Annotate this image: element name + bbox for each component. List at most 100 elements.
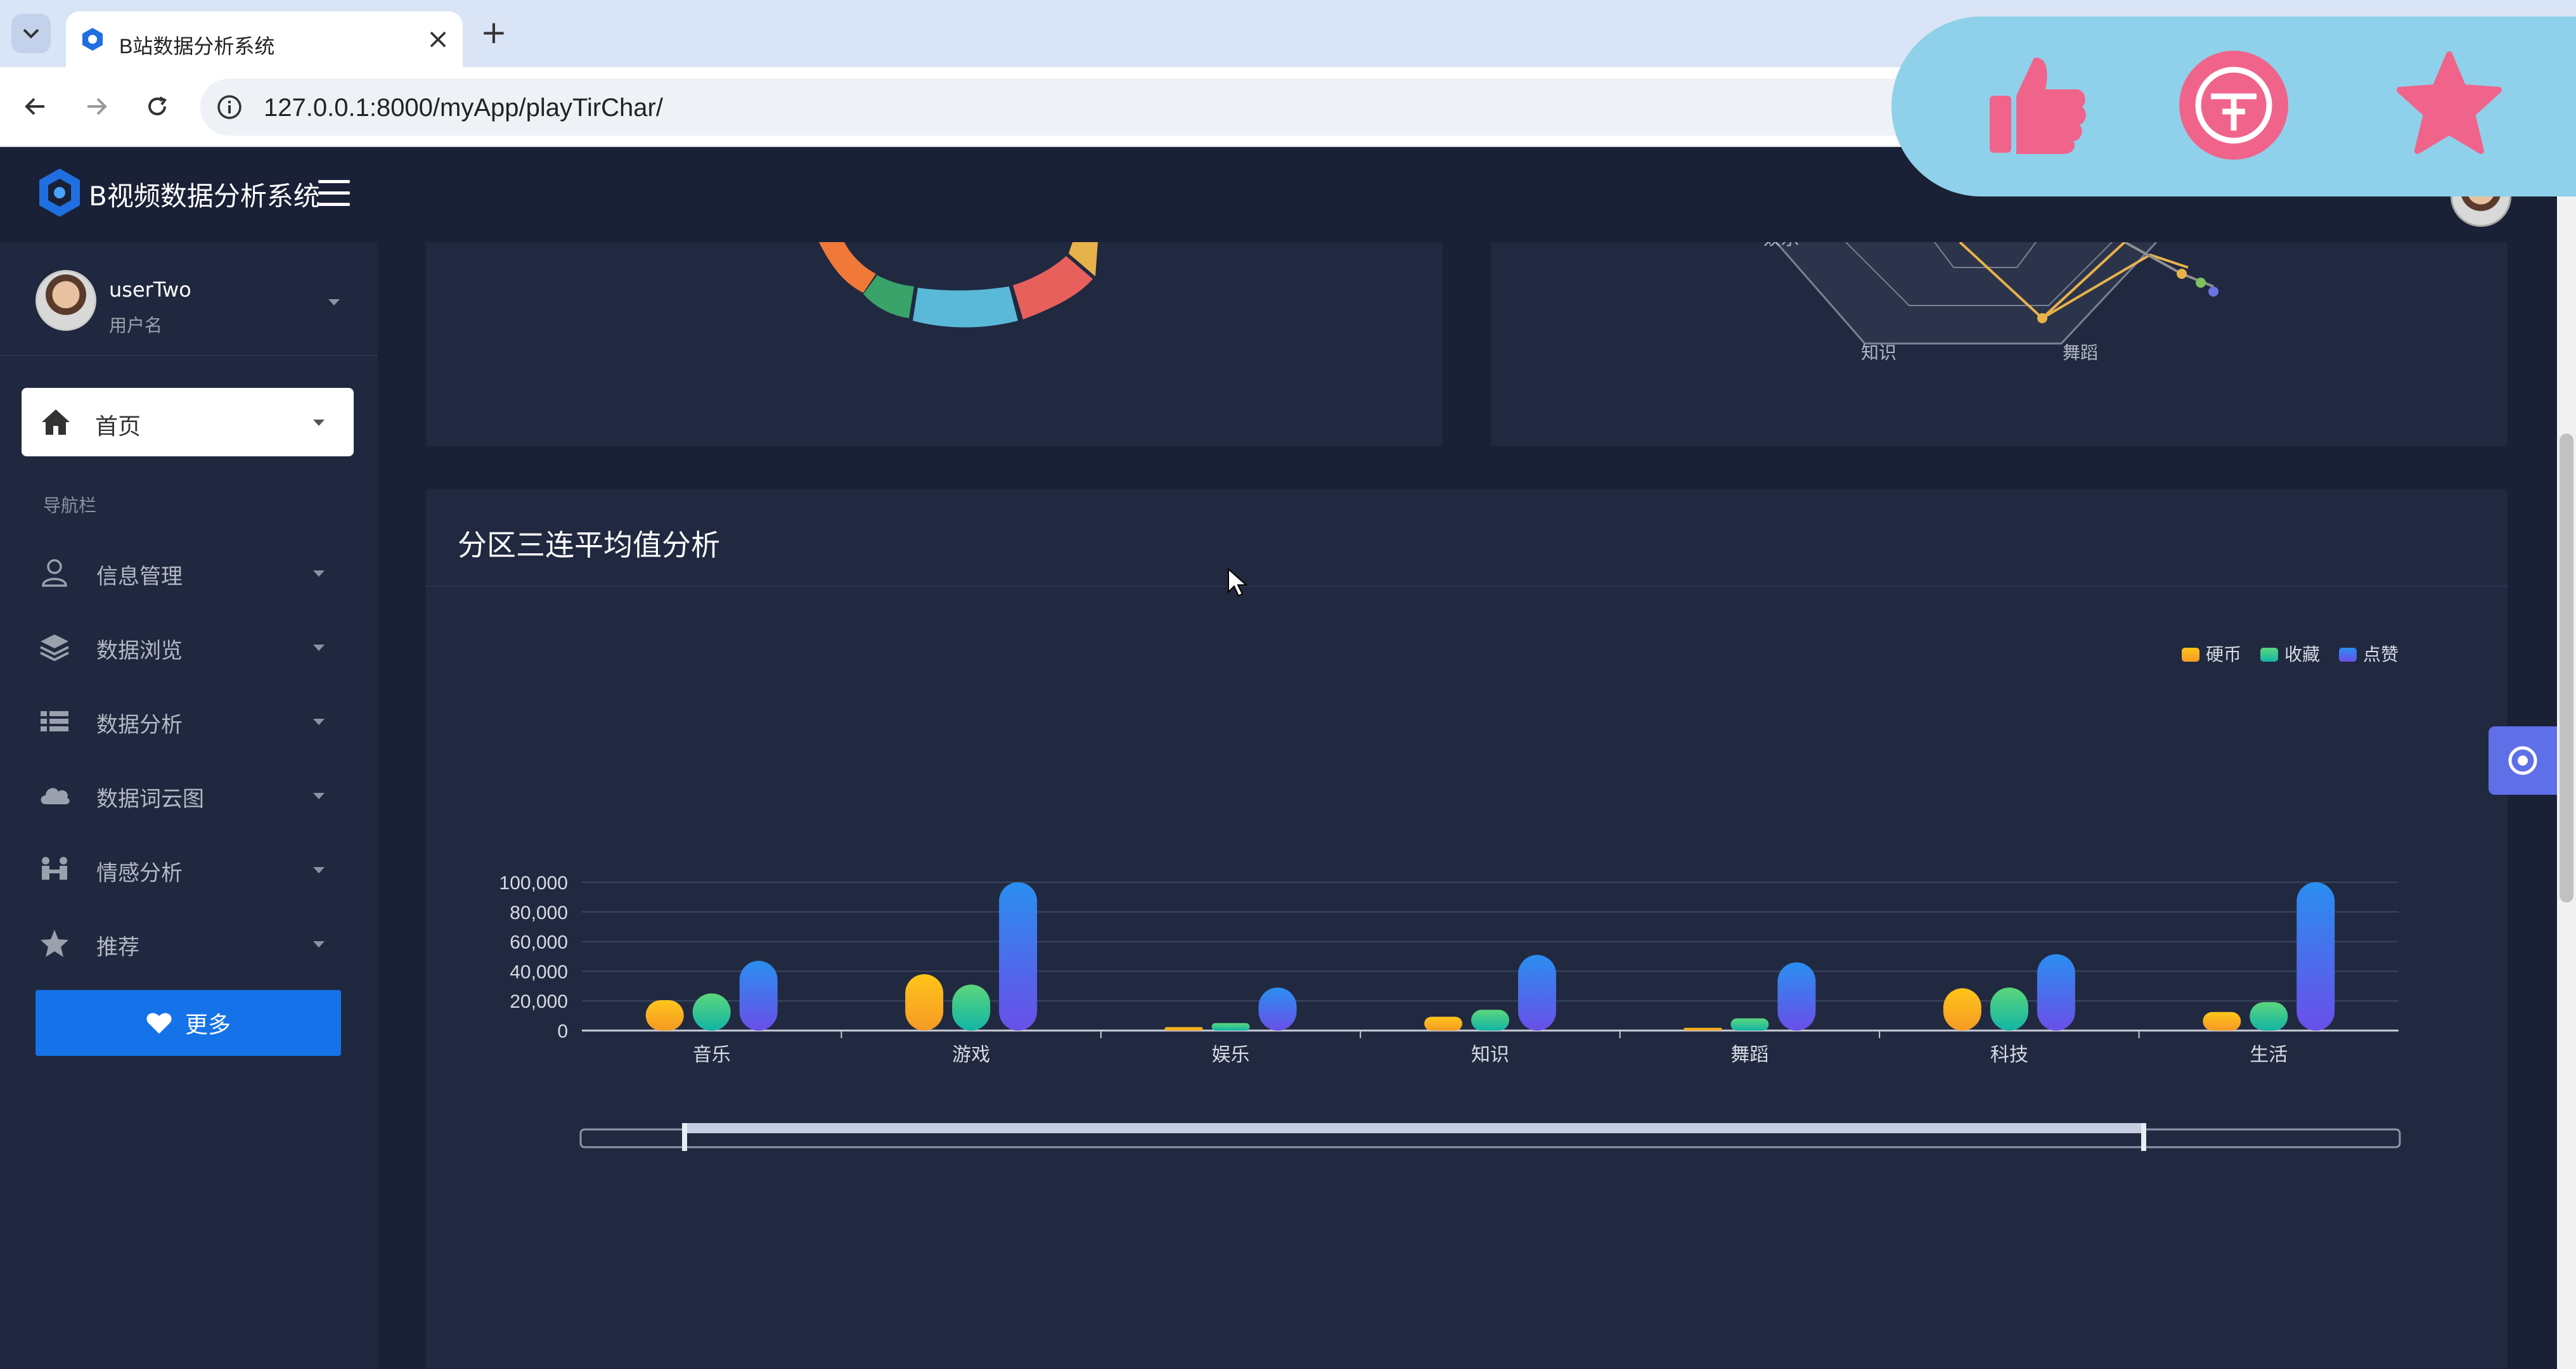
sidebar-item-label: 数据分析 xyxy=(96,712,183,738)
forward-button[interactable] xyxy=(76,86,117,127)
y-tick-label: 0 xyxy=(557,1021,568,1042)
bar-点赞 xyxy=(2037,954,2075,1031)
like-button[interactable] xyxy=(1967,35,2107,175)
sidebar-item-data-analysis[interactable]: 数据分析 xyxy=(0,683,378,758)
legend-label: 收藏 xyxy=(2284,644,2320,665)
browser-tab[interactable]: B站数据分析系统 × xyxy=(66,11,463,67)
tab-title: B站数据分析系统 xyxy=(119,35,275,58)
site-favicon-icon xyxy=(82,28,103,51)
bar-硬币 xyxy=(1684,1027,1722,1031)
datazoom-handle-right xyxy=(2141,1123,2146,1151)
bar-收藏 xyxy=(1730,1018,1769,1031)
pie-slice xyxy=(863,275,914,318)
url-text: 127.0.0.1:8000/myApp/playTirChar/ xyxy=(264,94,663,122)
arrow-left-icon xyxy=(25,98,44,115)
sidebar-item-label: 数据浏览 xyxy=(96,638,183,664)
user-icon xyxy=(42,559,67,587)
layers-icon xyxy=(40,634,69,662)
tab-search-button[interactable] xyxy=(11,14,51,53)
y-tick-label: 40,000 xyxy=(510,961,568,982)
caret-down-icon xyxy=(313,645,325,651)
y-tick-label: 60,000 xyxy=(510,932,568,953)
caret-down-icon xyxy=(313,867,325,873)
bar-硬币 xyxy=(1424,1017,1462,1031)
bar-点赞 xyxy=(739,961,778,1031)
nav-section-label: 导航栏 xyxy=(43,495,97,516)
legend-swatch xyxy=(2339,648,2357,662)
x-tick-label: 科技 xyxy=(1990,1044,2028,1066)
mouse-cursor-icon xyxy=(1228,568,1248,597)
radar-label: 知识 xyxy=(1861,342,1897,363)
bar-点赞 xyxy=(999,882,1038,1031)
y-tick-label: 80,000 xyxy=(510,903,568,923)
radar-point xyxy=(2177,269,2187,279)
coin-button[interactable] xyxy=(2164,35,2303,175)
user-role: 用户名 xyxy=(109,315,163,336)
arrow-right-icon xyxy=(87,98,107,115)
sidebar-item-home[interactable]: 首页 xyxy=(22,388,354,456)
favorite-button[interactable] xyxy=(2380,35,2519,175)
info-icon[interactable] xyxy=(213,91,246,124)
radar-label: 舞蹈 xyxy=(2063,342,2098,363)
main-content: 娱乐 知识 舞蹈 分区三连平均值分析 0 20,000 40,000 60,000 80… xyxy=(378,147,2557,1369)
reload-button[interactable] xyxy=(137,86,177,127)
x-tick-label: 生活 xyxy=(2250,1044,2288,1066)
bar-收藏 xyxy=(952,984,991,1031)
y-tick-label: 20,000 xyxy=(510,991,568,1012)
radar-point xyxy=(2196,278,2206,288)
back-button[interactable] xyxy=(15,86,56,127)
legend-swatch xyxy=(2260,648,2278,662)
sidebar-item-recommend[interactable]: 推荐 xyxy=(0,906,378,980)
radar-label: 娱乐 xyxy=(1763,242,1799,249)
card-divider xyxy=(426,586,2508,587)
card-title: 分区三连平均值分析 xyxy=(458,528,720,562)
bar-点赞 xyxy=(1518,954,1556,1031)
caret-down-icon xyxy=(328,299,340,305)
reload-icon xyxy=(148,96,167,115)
brand-header: B视频数据分析系统 xyxy=(0,147,378,242)
bar-硬币 xyxy=(1164,1027,1203,1031)
bar-硬币 xyxy=(1943,988,1981,1031)
y-tick-label: 100,000 xyxy=(499,873,568,894)
tab-close-icon[interactable]: × xyxy=(422,23,454,55)
bar-硬币 xyxy=(905,974,944,1031)
bar-硬币 xyxy=(2203,1012,2241,1031)
avatar xyxy=(35,270,96,331)
chevron-down-icon xyxy=(23,29,39,39)
more-button[interactable]: 更多 xyxy=(35,990,341,1056)
x-tick-label: 游戏 xyxy=(952,1044,990,1066)
settings-float-button[interactable] xyxy=(2489,726,2557,795)
bar-收藏 xyxy=(2250,1002,2288,1031)
sidebar-item-label: 首页 xyxy=(95,414,141,440)
sidebar-item-word-cloud[interactable]: 数据词云图 xyxy=(0,757,378,832)
legend-label: 点赞 xyxy=(2363,644,2399,665)
x-tick-label: 音乐 xyxy=(693,1044,731,1066)
settings-icon xyxy=(2508,746,2537,775)
user-profile[interactable]: userTwo 用户名 xyxy=(0,242,378,356)
sidebar-item-info-management[interactable]: 信息管理 xyxy=(0,535,378,610)
bar-点赞 xyxy=(2296,882,2335,1031)
radar-chart-card: 娱乐 知识 舞蹈 xyxy=(1491,228,2508,446)
sidebar-item-label: 推荐 xyxy=(96,935,139,960)
sidebar: B视频数据分析系统 userTwo 用户名 首页 导航栏 信息管理 数据浏览 数… xyxy=(0,147,378,1369)
cloud-icon xyxy=(41,788,70,804)
scrollbar-thumb[interactable] xyxy=(2560,434,2573,903)
sidebar-item-data-browse[interactable]: 数据浏览 xyxy=(0,609,378,684)
x-tick-label: 娱乐 xyxy=(1212,1044,1250,1066)
sidebar-item-label: 数据词云图 xyxy=(96,787,204,812)
legend-label: 硬币 xyxy=(2206,644,2241,665)
datazoom-handle-left xyxy=(682,1123,687,1151)
hamburger-menu-icon[interactable] xyxy=(318,180,350,207)
thumbs-up-icon xyxy=(1990,57,2086,155)
new-tab-button[interactable]: + xyxy=(474,13,513,52)
pie-chart-card xyxy=(426,242,1443,446)
x-tick-label: 舞蹈 xyxy=(1730,1044,1768,1066)
radar-point xyxy=(2208,286,2219,297)
user-name: userTwo xyxy=(109,278,191,302)
logo-icon xyxy=(39,169,80,217)
caret-down-icon xyxy=(313,570,325,577)
bar-收藏 xyxy=(1211,1023,1250,1031)
caret-down-icon xyxy=(313,941,325,948)
bar-硬币 xyxy=(645,1000,684,1031)
sidebar-item-sentiment[interactable]: 情感分析 xyxy=(0,832,378,906)
